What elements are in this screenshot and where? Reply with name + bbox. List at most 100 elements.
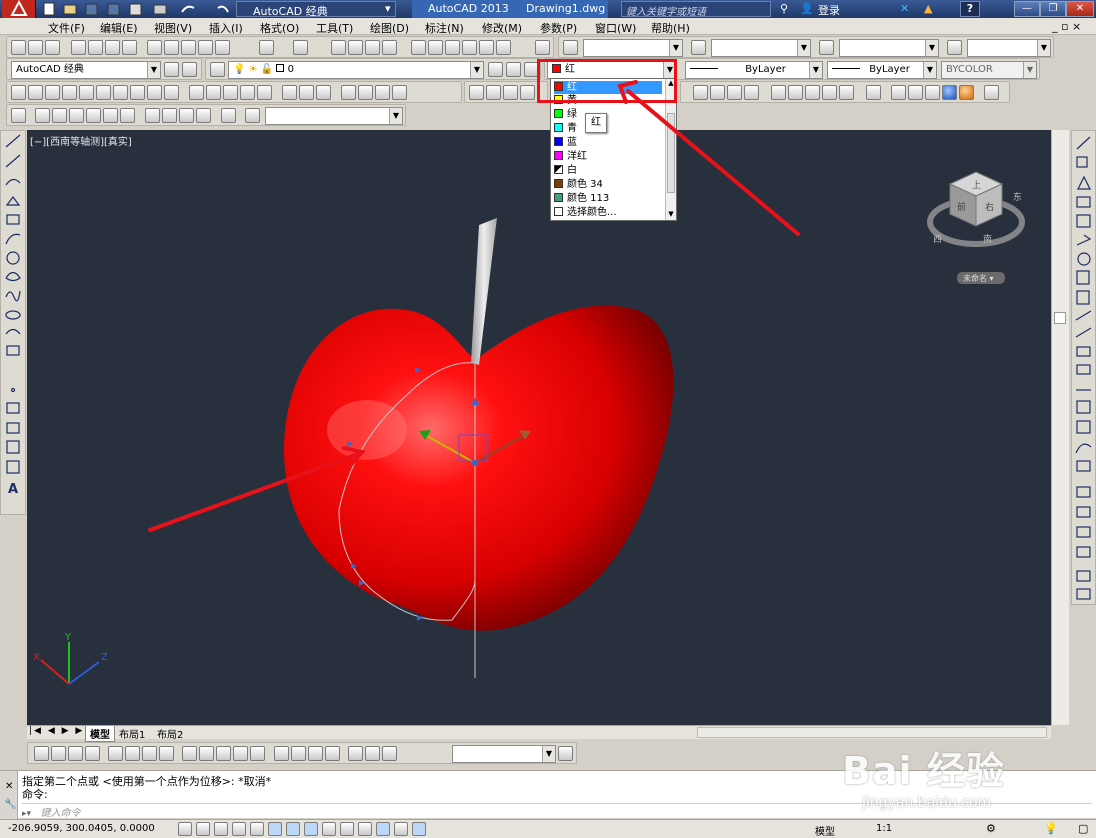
linetype-dropdown[interactable]: ByLayer ▼ <box>685 61 823 79</box>
layer-previous-icon[interactable] <box>506 62 521 77</box>
menu-item-edit[interactable]: 编辑(E) <box>100 20 138 36</box>
render-icon[interactable] <box>710 85 725 100</box>
color-option-cyan[interactable]: 青 <box>554 122 664 135</box>
close-icon[interactable]: ✕ <box>5 781 13 792</box>
aligned-dim-icon[interactable] <box>51 746 66 761</box>
menu-item-format[interactable]: 格式(O) <box>260 20 299 36</box>
snap-mode-icon[interactable] <box>196 822 210 836</box>
realistic-visual-style-icon[interactable] <box>942 85 957 100</box>
continue-dim-icon[interactable] <box>216 746 231 761</box>
top-view-icon[interactable] <box>35 108 50 123</box>
3d-object-snap-icon[interactable] <box>286 822 300 836</box>
3d-rotate-icon[interactable] <box>358 85 373 100</box>
scroll-down-arrow[interactable]: ▼ <box>666 210 676 220</box>
se-iso-icon[interactable] <box>162 108 177 123</box>
lightbulb-icon[interactable]: 💡 <box>1044 822 1058 835</box>
autocad-logo-icon[interactable] <box>2 0 36 18</box>
model-space-label[interactable]: 模型 <box>815 823 835 838</box>
sheet-set-icon[interactable] <box>462 40 477 55</box>
plotstyle-dropdown[interactable]: BYCOLOR ▼ <box>941 61 1037 79</box>
drawing-viewport[interactable]: [−][西南等轴测][真实] Y Z X 上 前 右 西 南 东 未命名 ▾ <box>27 130 1051 725</box>
linear-dim-icon[interactable] <box>34 746 49 761</box>
x-icon[interactable]: ✕ <box>900 2 909 15</box>
quick-properties-icon[interactable] <box>394 822 408 836</box>
markup-icon[interactable] <box>479 40 494 55</box>
menu-item-insert[interactable]: 插入(I) <box>209 20 243 36</box>
subtract-small-icon[interactable] <box>486 85 501 100</box>
section-plane-icon[interactable] <box>822 85 837 100</box>
wedge-icon[interactable] <box>45 85 60 100</box>
color-option-blue[interactable]: 蓝 <box>554 136 664 149</box>
help-button[interactable]: ? <box>960 1 980 17</box>
command-window-handle[interactable]: ✕ 🔧 <box>0 771 18 819</box>
sweep-icon[interactable] <box>223 85 238 100</box>
color-option-white[interactable]: 白 <box>554 164 664 177</box>
dim-space-icon[interactable] <box>233 746 248 761</box>
color-option-select-color[interactable]: 选择颜色... <box>554 206 664 219</box>
menu-item-help[interactable]: 帮助(H) <box>651 20 690 36</box>
menu-item-dimension[interactable]: 标注(N) <box>425 20 464 36</box>
layer-dropdown[interactable]: 💡 ☀ 🔓 0 ▼ <box>228 61 484 79</box>
gear-icon[interactable] <box>164 62 179 77</box>
right-view-icon[interactable] <box>86 108 101 123</box>
pan-icon[interactable] <box>331 40 346 55</box>
open-icon[interactable] <box>28 40 43 55</box>
dim-break-icon[interactable] <box>250 746 265 761</box>
apple-stem[interactable] <box>471 218 497 365</box>
zoom-previous-icon[interactable] <box>382 40 397 55</box>
menu-item-parametric[interactable]: 参数(P) <box>540 20 577 36</box>
search-box[interactable]: 键入关键字或短语 <box>621 1 771 18</box>
bottom-view-icon[interactable] <box>52 108 67 123</box>
menu-item-tools[interactable]: 工具(T) <box>316 20 353 36</box>
extrude-faces-icon[interactable] <box>520 85 535 100</box>
workspace-switch-icon[interactable]: ⚙ <box>986 822 996 835</box>
login-link[interactable]: 登录 <box>818 2 840 18</box>
user-icon[interactable]: 👤 <box>800 2 814 15</box>
menu-item-view[interactable]: 视图(V) <box>154 20 192 36</box>
slice-icon[interactable] <box>805 85 820 100</box>
front-view-icon[interactable] <box>103 108 118 123</box>
dim-text-edit-icon[interactable] <box>365 746 380 761</box>
helix-icon[interactable] <box>147 85 162 100</box>
dim-edit-icon[interactable] <box>348 746 363 761</box>
help-icon[interactable] <box>535 40 550 55</box>
multileader-style-dropdown[interactable]: ▼ <box>967 39 1051 57</box>
walk-icon[interactable] <box>866 85 881 100</box>
quick-dim-icon[interactable] <box>182 746 197 761</box>
visual-styles-manager-icon[interactable] <box>984 85 999 100</box>
workspace-dropdown[interactable]: AutoCAD 经典 ▼ <box>11 61 161 79</box>
union-small-icon[interactable] <box>469 85 484 100</box>
color-option-green[interactable]: 绿 <box>554 108 664 121</box>
ne-iso-icon[interactable] <box>179 108 194 123</box>
tolerance-icon[interactable] <box>274 746 289 761</box>
cylinder-icon[interactable] <box>96 85 111 100</box>
tab-layout1[interactable]: 布局1 <box>119 726 145 741</box>
restore-button[interactable]: ❐ <box>1040 1 1066 17</box>
binoculars-icon[interactable]: ⚲ <box>780 2 788 15</box>
lights-icon[interactable] <box>727 85 742 100</box>
copy-icon[interactable] <box>164 40 179 55</box>
lineweight-dropdown[interactable]: ByLayer ▼ <box>827 61 937 79</box>
table-style-icon[interactable] <box>819 40 834 55</box>
orbit-icon[interactable] <box>11 108 26 123</box>
3d-align-icon[interactable] <box>375 85 390 100</box>
table-style-dropdown[interactable]: ▼ <box>839 39 939 57</box>
materials-icon[interactable] <box>744 85 759 100</box>
angular-dim-icon[interactable] <box>159 746 174 761</box>
sun-icon[interactable]: ☀ <box>249 64 258 75</box>
make-current-layer-icon[interactable] <box>488 62 503 77</box>
selection-cycling-icon[interactable] <box>412 822 426 836</box>
lock-icon[interactable]: 🔓 <box>261 64 273 75</box>
jogged-dim-icon[interactable] <box>125 746 140 761</box>
ortho-mode-icon[interactable] <box>232 822 246 836</box>
new-icon[interactable] <box>11 40 26 55</box>
tab-nav-arrows[interactable]: |◀ ◀ ▶ ▶| <box>29 726 89 736</box>
viewport-vertical-scrollbar[interactable] <box>1051 130 1069 725</box>
sun-properties-icon[interactable] <box>771 85 786 100</box>
menu-item-modify[interactable]: 修改(M) <box>482 20 522 36</box>
diameter-dim-icon[interactable] <box>142 746 157 761</box>
sw-iso-icon[interactable] <box>145 108 160 123</box>
conceptual-visual-style-icon[interactable] <box>959 85 974 100</box>
zoom-realtime-icon[interactable] <box>348 40 363 55</box>
design-center-icon[interactable] <box>428 40 443 55</box>
